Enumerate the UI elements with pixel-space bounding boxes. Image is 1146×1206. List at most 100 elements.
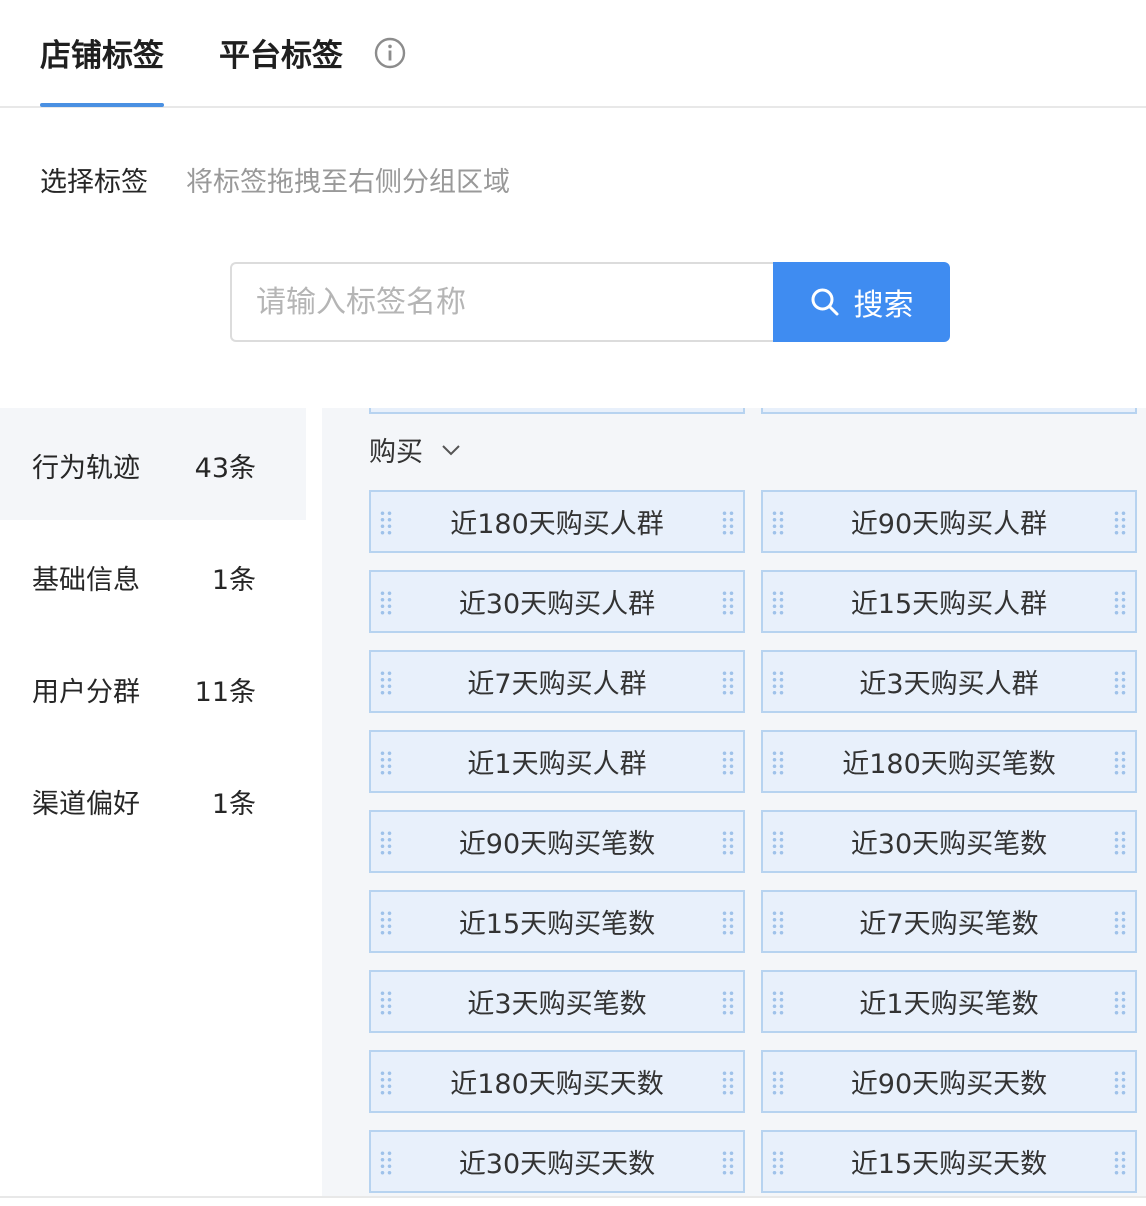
tag-label: 近90天购买人群 [850,509,1048,540]
sidebar-item-basic-info[interactable]: 基础信息 1条 [0,520,306,632]
category-sidebar: 行为轨迹 43条 基础信息 1条 用户分群 11条 渠道偏好 1条 [0,408,306,856]
drag-handle-icon[interactable] [1113,910,1127,936]
drag-handle-icon[interactable] [1113,830,1127,856]
info-icon[interactable] [374,37,406,69]
drag-handle-icon[interactable] [721,510,735,536]
tag-label: 近30天购买笔数 [850,829,1048,860]
drag-handle-icon[interactable] [771,1150,785,1176]
divider [0,1196,1146,1198]
tab-platform-tags[interactable]: 平台标签 [219,30,343,75]
sidebar-item-user-segments[interactable]: 用户分群 11条 [0,632,306,744]
drag-handle-icon[interactable] [1113,510,1127,536]
sidebar-item-channel-preference[interactable]: 渠道偏好 1条 [0,744,306,856]
tag-item-partial[interactable] [369,408,745,414]
tag-item[interactable]: 近3天购买人群 [761,650,1137,713]
tag-label: 近30天购买人群 [458,589,656,620]
tab-bar: 店铺标签 平台标签 [0,0,1146,108]
tag-label: 近15天购买人群 [850,589,1048,620]
tag-label: 近15天购买笔数 [458,909,656,940]
drag-handle-icon[interactable] [379,990,393,1016]
tag-label: 近1天购买笔数 [859,989,1039,1020]
drag-handle-icon[interactable] [379,1070,393,1096]
tag-item-partial[interactable] [761,408,1137,414]
drag-handle-icon[interactable] [771,670,785,696]
drag-handle-icon[interactable] [379,830,393,856]
drag-handle-icon[interactable] [1113,750,1127,776]
tag-item[interactable]: 近180天购买笔数 [761,730,1137,793]
tag-item[interactable]: 近180天购买天数 [369,1050,745,1113]
drag-handle-icon[interactable] [721,670,735,696]
sidebar-item-count: 1条 [211,565,256,596]
tag-panel[interactable]: 购买 近180天购买人群 近90天购买人群 近30天购买人群 近15天购买人群 近7天购… [322,408,1146,1196]
tag-item[interactable]: 近3天购买笔数 [369,970,745,1033]
drag-handle-icon[interactable] [721,590,735,616]
drag-handle-icon[interactable] [721,990,735,1016]
drag-handle-icon[interactable] [771,590,785,616]
tag-item[interactable]: 近30天购买天数 [369,1130,745,1193]
drag-handle-icon[interactable] [379,510,393,536]
drag-handle-icon[interactable] [721,1070,735,1096]
tag-item[interactable]: 近15天购买人群 [761,570,1137,633]
tag-item[interactable]: 近30天购买笔数 [761,810,1137,873]
drag-hint-text: 将标签拖拽至右侧分组区域 [186,167,510,198]
sidebar-item-label: 基础信息 [32,565,140,596]
tag-item[interactable]: 近180天购买人群 [369,490,745,553]
drag-handle-icon[interactable] [1113,590,1127,616]
tag-label: 近1天购买人群 [467,749,647,780]
drag-handle-icon[interactable] [771,1070,785,1096]
drag-handle-icon[interactable] [771,910,785,936]
sidebar-item-count: 11条 [194,677,256,708]
drag-handle-icon[interactable] [771,990,785,1016]
sidebar-item-label: 行为轨迹 [32,453,140,484]
drag-handle-icon[interactable] [379,1150,393,1176]
tag-item[interactable]: 近90天购买人群 [761,490,1137,553]
group-header[interactable]: 购买 [369,430,463,469]
tag-label: 近3天购买人群 [859,669,1039,700]
drag-handle-icon[interactable] [1113,1070,1127,1096]
tag-label: 近90天购买天数 [850,1069,1048,1100]
drag-handle-icon[interactable] [721,1150,735,1176]
tab-store-tags[interactable]: 店铺标签 [40,30,164,107]
tag-item[interactable]: 近7天购买人群 [369,650,745,713]
search-button[interactable]: 搜索 [773,262,950,342]
drag-handle-icon[interactable] [379,670,393,696]
tag-label: 近180天购买天数 [450,1069,664,1100]
tag-item[interactable]: 近90天购买天数 [761,1050,1137,1113]
search-button-label: 搜索 [853,288,914,323]
drag-handle-icon[interactable] [721,830,735,856]
tag-item[interactable]: 近30天购买人群 [369,570,745,633]
tag-label: 近15天购买天数 [850,1149,1048,1180]
tag-item[interactable]: 近1天购买笔数 [761,970,1137,1033]
search-icon [811,288,838,316]
tag-item[interactable]: 近1天购买人群 [369,730,745,793]
drag-handle-icon[interactable] [379,590,393,616]
sidebar-item-label: 用户分群 [32,677,140,708]
tag-label: 近7天购买笔数 [859,909,1039,940]
tag-item[interactable]: 近90天购买笔数 [369,810,745,873]
drag-handle-icon[interactable] [721,910,735,936]
select-tags-label: 选择标签 [40,167,148,198]
tag-label: 近3天购买笔数 [467,989,647,1020]
search-input[interactable] [230,262,775,342]
sidebar-item-count: 1条 [211,789,256,820]
drag-handle-icon[interactable] [379,910,393,936]
drag-handle-icon[interactable] [721,750,735,776]
tag-grid: 近180天购买人群 近90天购买人群近30天购买人群 近15天购买人群近7天购买人群… [369,490,1137,1193]
tag-item[interactable]: 近15天购买笔数 [369,890,745,953]
tag-label: 近7天购买人群 [467,669,647,700]
drag-handle-icon[interactable] [771,750,785,776]
chevron-down-icon [442,444,460,455]
tag-label: 近180天购买人群 [450,509,664,540]
tag-label: 近90天购买笔数 [458,829,656,860]
tag-item[interactable]: 近7天购买笔数 [761,890,1137,953]
drag-handle-icon[interactable] [1113,1150,1127,1176]
tag-item[interactable]: 近15天购买天数 [761,1130,1137,1193]
sidebar-item-count: 43条 [194,453,256,484]
drag-handle-icon[interactable] [771,510,785,536]
drag-handle-icon[interactable] [1113,990,1127,1016]
group-title: 购买 [369,437,423,468]
drag-handle-icon[interactable] [771,830,785,856]
sidebar-item-behavior[interactable]: 行为轨迹 43条 [0,408,306,520]
drag-handle-icon[interactable] [379,750,393,776]
drag-handle-icon[interactable] [1113,670,1127,696]
